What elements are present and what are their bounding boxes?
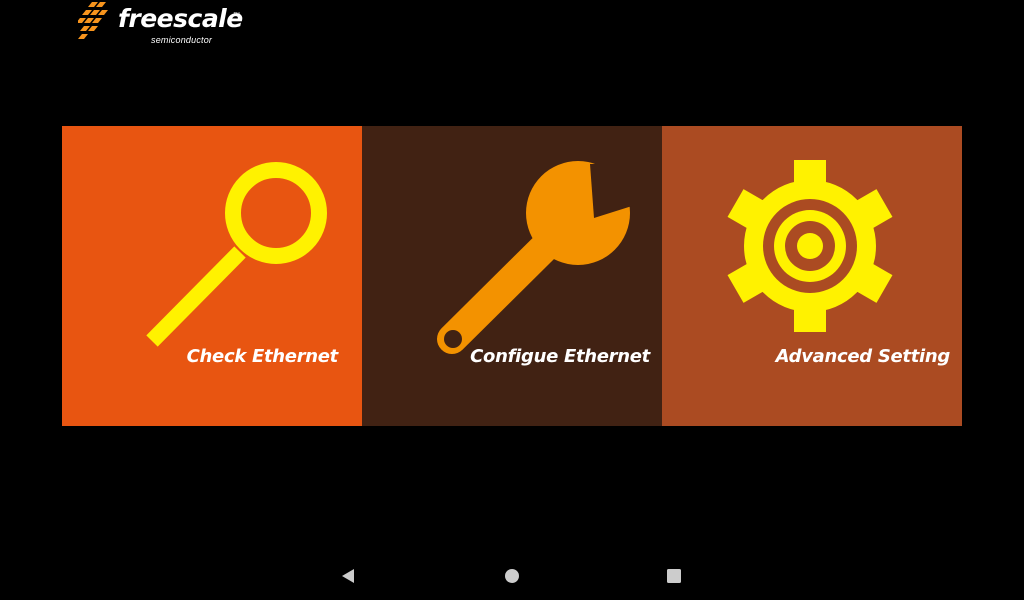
tile-label-configure-ethernet: Configue Ethernet	[470, 346, 650, 367]
back-icon	[342, 569, 354, 583]
recents-button[interactable]	[662, 564, 686, 588]
main-menu-tiles: Check Ethernet Configue Ethernet Advance…	[62, 126, 962, 426]
gear-icon	[727, 160, 893, 332]
freescale-logo: freescale ™ semiconductor	[78, 2, 248, 48]
freescale-logo-mark-icon	[78, 2, 108, 39]
home-button[interactable]	[500, 564, 524, 588]
recents-icon	[667, 569, 681, 583]
back-button[interactable]	[337, 564, 361, 588]
configure-ethernet-tile[interactable]: Configue Ethernet	[362, 126, 662, 426]
wrench-icon	[437, 161, 632, 354]
logo-wordmark: freescale	[118, 4, 243, 33]
tile-label-check-ethernet: Check Ethernet	[186, 346, 339, 367]
navigation-bar	[0, 552, 1024, 600]
home-icon	[505, 569, 519, 583]
advanced-setting-tile[interactable]: Advanced Setting	[662, 126, 962, 426]
magnifier-icon	[146, 162, 327, 347]
screen: freescale ™ semiconductor Check Ethernet	[0, 0, 1024, 600]
check-ethernet-tile[interactable]: Check Ethernet	[62, 126, 362, 426]
logo-trademark: ™	[233, 12, 240, 19]
logo-subtitle: semiconductor	[151, 35, 213, 45]
tile-label-advanced-setting: Advanced Setting	[775, 346, 951, 367]
